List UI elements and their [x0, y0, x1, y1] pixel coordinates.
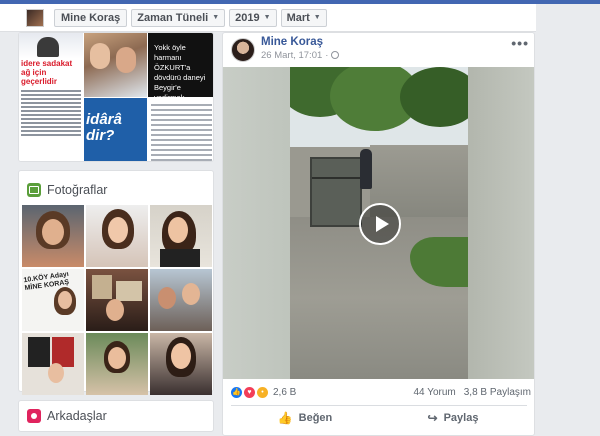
author-avatar[interactable]	[231, 38, 255, 62]
photo-thumb[interactable]	[22, 333, 84, 395]
share-label: Paylaş	[443, 411, 479, 424]
left-column: idere sadakat ağ için geçerlidir Yokk öy…	[18, 32, 214, 432]
timeline-label: Zaman Tüneli	[137, 11, 209, 24]
video-player[interactable]	[223, 67, 534, 379]
play-icon[interactable]	[359, 203, 401, 245]
post-header: Mine Koraş 26 Mart, 17:01 · •••	[231, 33, 531, 63]
photo-thumb[interactable]: 10.KÖY Adayı MİNE KORAŞ	[22, 269, 84, 331]
thumbs-up-icon: 👍	[277, 410, 293, 425]
post-actions: 👍 Beğen ↪ Paylaş	[231, 405, 527, 429]
share-arrow-icon: ↪	[427, 410, 438, 425]
photos-icon	[27, 182, 41, 197]
photo-thumb[interactable]	[22, 205, 84, 267]
photo-thumb[interactable]	[150, 333, 212, 395]
month-label: Mart	[286, 11, 310, 24]
reactions-summary[interactable]: 👍 ♥ • 2,6 B	[231, 386, 297, 398]
right-margin	[536, 4, 600, 436]
year-label: 2019	[235, 11, 260, 24]
chevron-down-icon: ▼	[263, 14, 271, 21]
month-dropdown[interactable]: Mart ▼	[280, 8, 327, 27]
featured-photo-3[interactable]: Yokk öyle harmanı ÖZKURT'a dövdürü daney…	[148, 33, 213, 97]
featured-photo-4[interactable]: idârâ dir?	[84, 98, 147, 161]
post-author-link[interactable]: Mine Koraş	[261, 36, 339, 48]
photos-title[interactable]: Fotoğraflar	[47, 183, 107, 197]
chevron-down-icon: ▼	[313, 14, 321, 21]
featured-photos: idere sadakat ağ için geçerlidir Yokk öy…	[18, 32, 214, 162]
post-options-button[interactable]: •••	[511, 35, 529, 51]
photo-thumb[interactable]	[150, 269, 212, 331]
photo-thumb[interactable]	[86, 205, 148, 267]
globe-icon	[331, 51, 340, 59]
campaign-poster-text: 10.KÖY Adayı MİNE KORAŞ	[23, 270, 70, 293]
featured-photo-caption: idere sadakat ağ için geçerlidir	[21, 59, 73, 86]
year-dropdown[interactable]: 2019 ▼	[229, 8, 277, 27]
photos-grid: 10.KÖY Adayı MİNE KORAŞ	[22, 205, 212, 395]
comments-count[interactable]: 44 Yorum	[413, 387, 455, 398]
post-stats: 👍 ♥ • 2,6 B 44 Yorum 3,8 B Paylaşım	[231, 383, 531, 401]
featured-photo-2[interactable]	[84, 33, 147, 97]
friends-card: Arkadaşlar	[18, 400, 214, 432]
like-reaction-icon: 👍	[231, 386, 242, 398]
photo-thumb[interactable]	[150, 205, 212, 267]
share-button[interactable]: ↪ Paylaş	[379, 411, 527, 425]
shares-count[interactable]: 3,8 B Paylaşım	[464, 387, 531, 398]
love-reaction-icon: ♥	[244, 386, 255, 398]
featured-photo-1[interactable]: idere sadakat ağ için geçerlidir	[19, 33, 83, 161]
chevron-down-icon: ▼	[212, 14, 220, 21]
photo-thumb[interactable]	[86, 333, 148, 395]
friends-title[interactable]: Arkadaşlar	[47, 409, 107, 423]
post-timestamp[interactable]: 26 Mart, 17:01	[261, 50, 322, 61]
angry-reaction-icon: •	[257, 386, 268, 398]
friends-icon	[27, 409, 41, 423]
timeline-post: Mine Koraş 26 Mart, 17:01 · ••• 👍 ♥ • 2,…	[222, 32, 535, 436]
profile-name-button[interactable]: Mine Koraş	[54, 8, 128, 27]
timeline-sticky-header: Mine Koraş Zaman Tüneli ▼ 2019 ▼ Mart ▼	[0, 4, 536, 32]
profile-thumbnail[interactable]	[26, 8, 44, 27]
reactions-count: 2,6 B	[273, 386, 297, 398]
photo-thumb[interactable]	[86, 269, 148, 331]
like-button[interactable]: 👍 Beğen	[231, 411, 379, 425]
like-label: Beğen	[298, 411, 333, 424]
photos-card: Fotoğraflar 10.KÖY Adayı MİNE KORAŞ	[18, 170, 214, 395]
timeline-dropdown[interactable]: Zaman Tüneli ▼	[131, 8, 226, 27]
featured-photo-5[interactable]	[148, 98, 213, 161]
